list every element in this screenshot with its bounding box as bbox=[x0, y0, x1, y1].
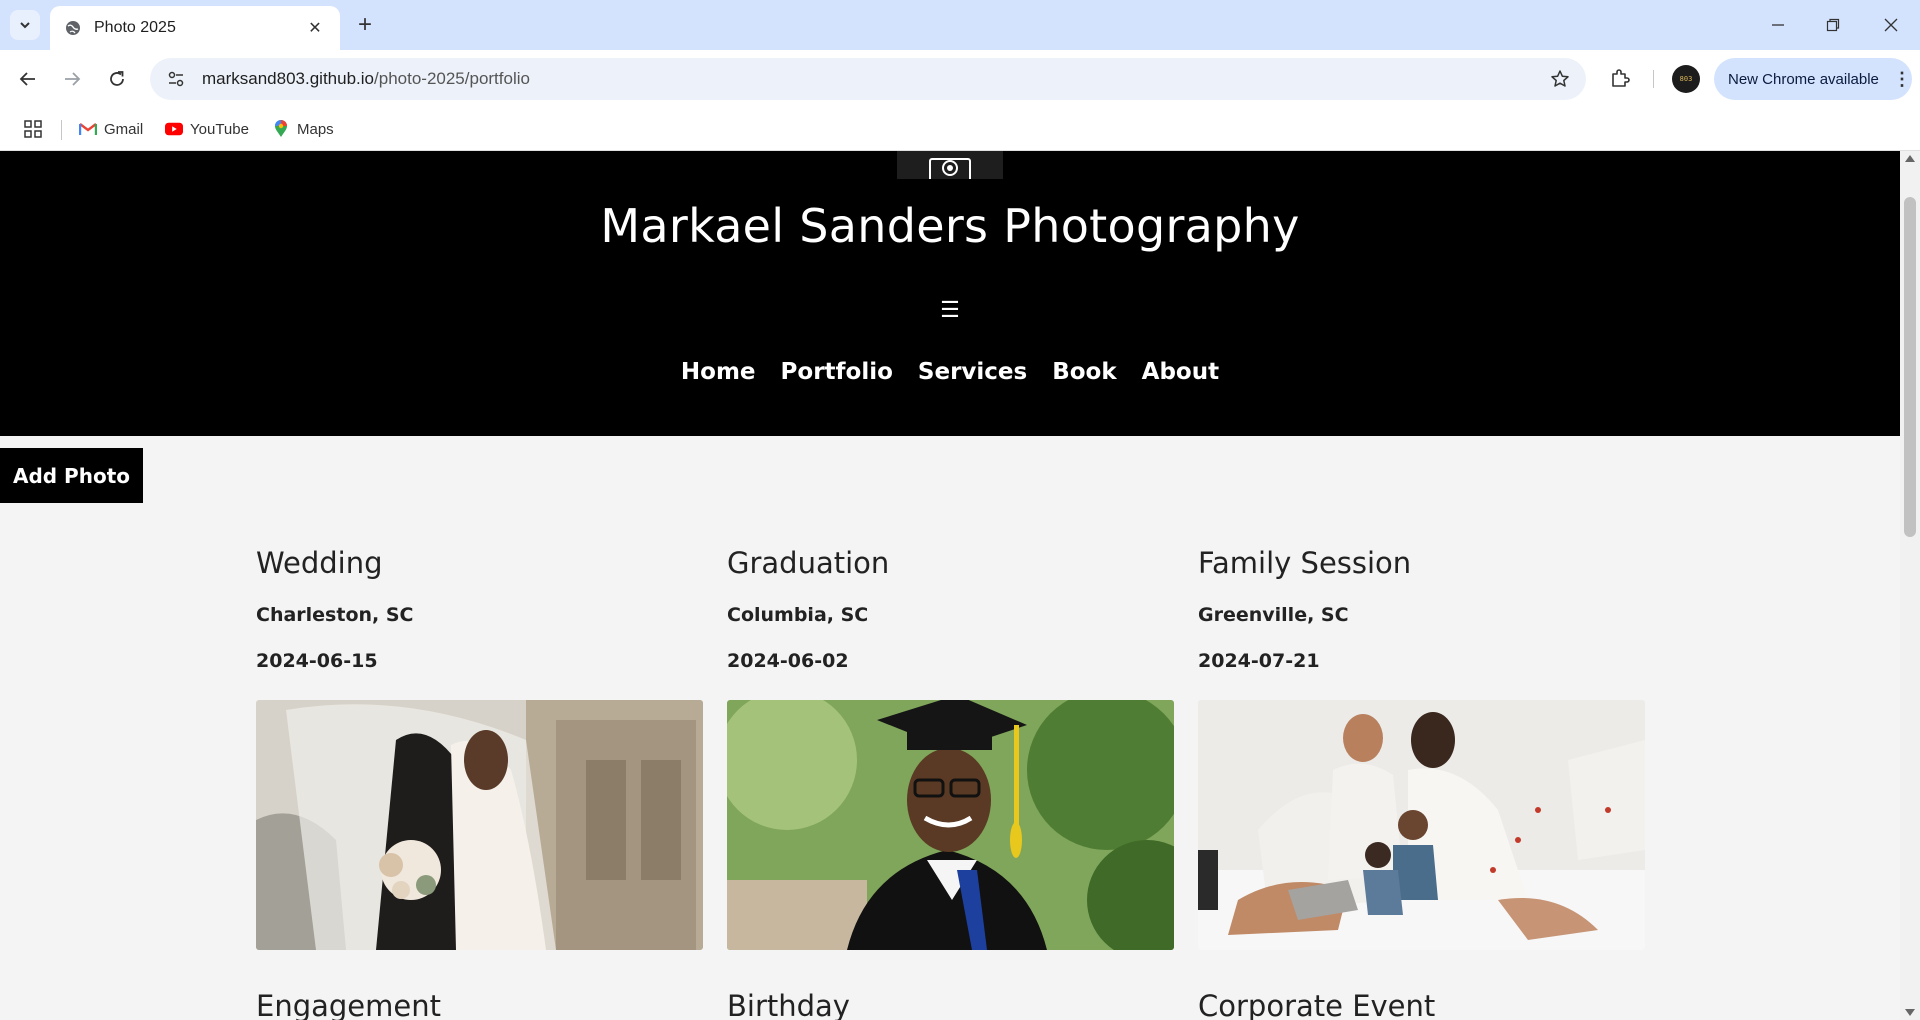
nav-portfolio[interactable]: Portfolio bbox=[781, 359, 893, 385]
bookmark-gmail[interactable]: Gmail bbox=[79, 116, 143, 142]
url-text: marksand803.github.io/photo-2025/portfol… bbox=[202, 69, 1586, 89]
site-settings-icon[interactable] bbox=[164, 67, 188, 91]
new-chrome-available-button[interactable]: New Chrome available ⋮ bbox=[1714, 58, 1912, 100]
extensions-icon[interactable] bbox=[1605, 63, 1635, 93]
browser-toolbar: marksand803.github.io/photo-2025/portfol… bbox=[0, 50, 1920, 108]
card-title: Family Session bbox=[1198, 546, 1412, 580]
tab-search-button[interactable] bbox=[10, 10, 40, 40]
url-host: marksand803.github.io bbox=[202, 69, 375, 88]
camera-logo bbox=[897, 151, 1003, 179]
bookmark-star-icon[interactable] bbox=[1548, 67, 1572, 91]
apps-grid-icon[interactable] bbox=[22, 118, 44, 140]
bookmarks-bar: Gmail YouTube Maps bbox=[0, 108, 1920, 151]
portfolio-card[interactable]: Graduation Columbia, SC 2024-06-02 bbox=[727, 546, 1174, 950]
portfolio-card[interactable]: Birthday bbox=[727, 989, 1174, 1020]
page-scrollbar[interactable] bbox=[1900, 151, 1920, 1020]
portfolio-card[interactable]: Engagement bbox=[256, 989, 703, 1020]
card-location: Charleston, SC bbox=[256, 604, 414, 626]
close-window-button[interactable] bbox=[1866, 8, 1916, 42]
card-title: Graduation bbox=[727, 546, 890, 580]
close-icon bbox=[1884, 18, 1898, 32]
site-title: Markael Sanders Photography bbox=[600, 199, 1300, 253]
card-title: Engagement bbox=[256, 989, 441, 1020]
nav-book[interactable]: Book bbox=[1052, 359, 1116, 385]
minimize-button[interactable] bbox=[1753, 8, 1803, 42]
new-tab-button[interactable]: + bbox=[352, 11, 378, 38]
tab-title: Photo 2025 bbox=[94, 19, 176, 36]
update-label: New Chrome available bbox=[1728, 70, 1879, 88]
gmail-icon bbox=[79, 120, 97, 138]
bookmarks-separator bbox=[61, 120, 62, 140]
card-title: Birthday bbox=[727, 989, 850, 1020]
reload-button[interactable] bbox=[101, 63, 133, 95]
arrow-right-icon bbox=[65, 72, 81, 86]
url-path: /photo-2025/portfolio bbox=[374, 69, 530, 88]
bookmark-label: YouTube bbox=[190, 120, 249, 138]
card-date: 2024-06-02 bbox=[727, 650, 849, 672]
toolbar-separator bbox=[1653, 70, 1654, 88]
family-photo[interactable] bbox=[1198, 700, 1645, 950]
scroll-up-arrow-icon[interactable] bbox=[1905, 155, 1915, 162]
wedding-photo[interactable] bbox=[256, 700, 703, 950]
address-bar[interactable]: marksand803.github.io/photo-2025/portfol… bbox=[150, 58, 1586, 100]
tab-strip: Photo 2025 ✕ + bbox=[0, 0, 1920, 50]
hamburger-menu-icon[interactable]: ☰ bbox=[938, 297, 962, 322]
more-menu-icon[interactable]: ⋮ bbox=[1892, 67, 1912, 91]
chevron-down-icon bbox=[20, 22, 30, 29]
add-photo-button[interactable]: Add Photo bbox=[0, 448, 143, 503]
arrow-left-icon bbox=[19, 72, 35, 86]
nav-about[interactable]: About bbox=[1142, 359, 1219, 385]
forward-button[interactable] bbox=[56, 63, 88, 95]
back-button[interactable] bbox=[12, 63, 44, 95]
card-title: Corporate Event bbox=[1198, 989, 1436, 1020]
restore-icon bbox=[1826, 18, 1840, 32]
bookmark-label: Gmail bbox=[104, 120, 144, 138]
youtube-icon bbox=[165, 120, 183, 138]
close-tab-icon[interactable]: ✕ bbox=[304, 17, 326, 39]
nav-services[interactable]: Services bbox=[918, 359, 1027, 385]
card-title: Wedding bbox=[256, 546, 383, 580]
card-date: 2024-07-21 bbox=[1198, 650, 1320, 672]
globe-icon bbox=[64, 19, 82, 37]
site-header: Markael Sanders Photography ☰ Home Portf… bbox=[0, 151, 1900, 436]
profile-avatar[interactable]: 803 bbox=[1672, 65, 1700, 93]
portfolio-card[interactable]: Wedding Charleston, SC 2024-06-15 bbox=[256, 546, 703, 950]
graduation-photo[interactable] bbox=[727, 700, 1174, 950]
bookmark-maps[interactable]: Maps bbox=[272, 116, 334, 142]
portfolio-card[interactable]: Corporate Event bbox=[1198, 989, 1645, 1020]
maps-icon bbox=[272, 120, 290, 138]
card-location: Columbia, SC bbox=[727, 604, 869, 626]
reload-icon bbox=[110, 71, 124, 86]
profile-initials: 803 bbox=[1679, 75, 1693, 83]
browser-tab[interactable]: Photo 2025 ✕ bbox=[50, 6, 340, 50]
restore-button[interactable] bbox=[1808, 8, 1858, 42]
bookmark-youtube[interactable]: YouTube bbox=[165, 116, 249, 142]
bookmark-label: Maps bbox=[297, 120, 334, 138]
nav-home[interactable]: Home bbox=[681, 359, 756, 385]
scrollbar-thumb[interactable] bbox=[1904, 197, 1916, 537]
minimize-icon bbox=[1772, 24, 1784, 26]
card-location: Greenville, SC bbox=[1198, 604, 1349, 626]
portfolio-card[interactable]: Family Session Greenville, SC 2024-07-21 bbox=[1198, 546, 1645, 950]
scroll-down-arrow-icon[interactable] bbox=[1905, 1009, 1915, 1016]
page-viewport: Markael Sanders Photography ☰ Home Portf… bbox=[0, 151, 1900, 1020]
card-date: 2024-06-15 bbox=[256, 650, 378, 672]
site-nav: Home Portfolio Services Book About bbox=[0, 359, 1900, 385]
camera-icon bbox=[929, 158, 971, 179]
